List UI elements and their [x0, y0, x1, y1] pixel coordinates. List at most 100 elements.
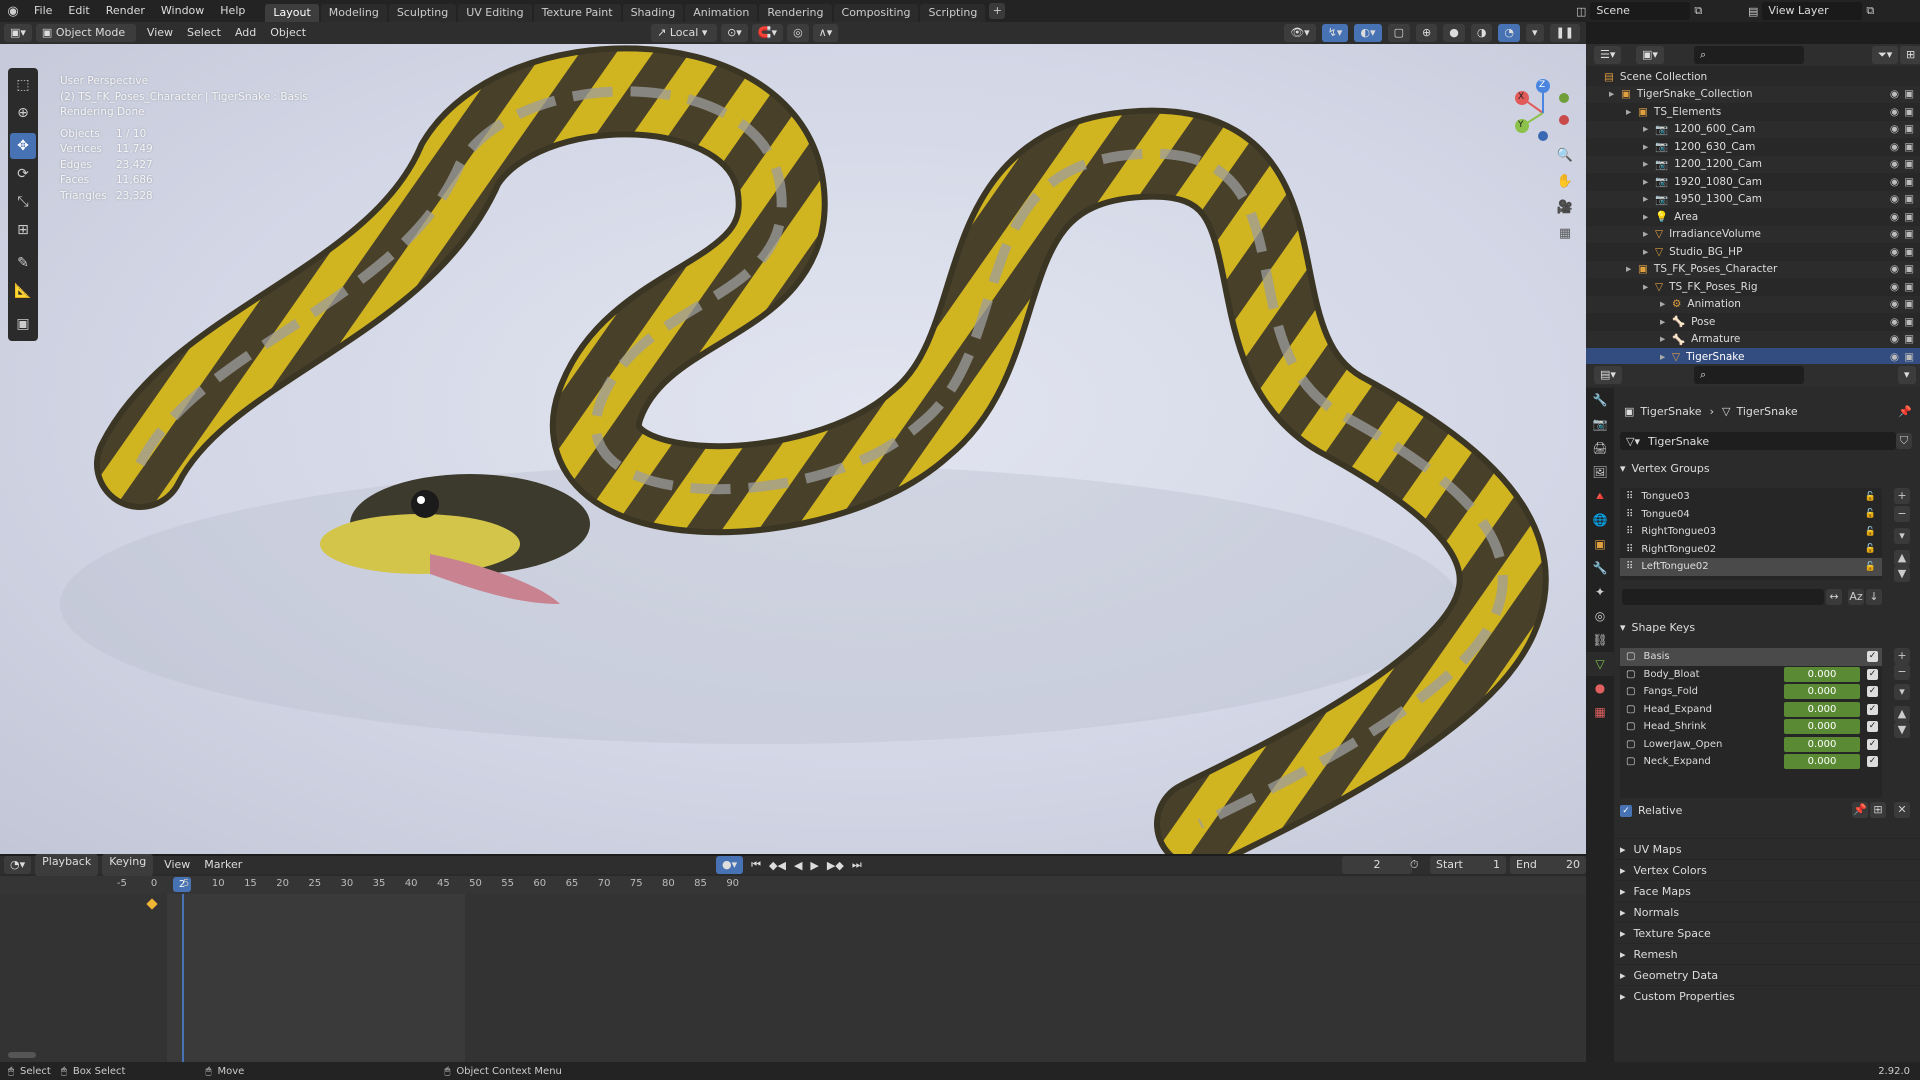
- outliner-row[interactable]: ▸ ▽ IrradianceVolume ◉ ▣: [1586, 225, 1920, 243]
- material-tab-icon[interactable]: ●: [1586, 676, 1614, 700]
- scene-selector[interactable]: ◫ Scene ⧉: [1576, 2, 1702, 20]
- vertex-groups-panel-header[interactable]: ▾ Vertex Groups: [1614, 458, 1920, 478]
- timeline-keyframe-area[interactable]: [0, 894, 1586, 1062]
- lock-icon[interactable]: 🔓: [1865, 509, 1876, 519]
- copy-view-layer-icon[interactable]: ⧉: [1866, 4, 1874, 18]
- editor-type-button[interactable]: ▣▾: [4, 24, 32, 42]
- camera-icon[interactable]: ▣: [1904, 333, 1914, 345]
- modifier-tab-icon[interactable]: 🔧: [1586, 556, 1614, 580]
- shape-key-mute-checkbox[interactable]: ✓: [1867, 686, 1878, 698]
- shape-key-pin-button[interactable]: 📌: [1852, 802, 1868, 818]
- camera-view-icon[interactable]: 🎥: [1555, 198, 1575, 218]
- gizmo-toggle-button[interactable]: ↯▾: [1321, 24, 1349, 42]
- menu-render[interactable]: Render: [98, 0, 153, 22]
- scale-tool-icon[interactable]: ⤡: [10, 189, 36, 215]
- sort-alpha-button[interactable]: Az: [1848, 589, 1864, 605]
- eye-icon[interactable]: ◉: [1890, 316, 1899, 328]
- invert-filter-button[interactable]: ↔: [1826, 589, 1842, 605]
- object-mode-dropdown[interactable]: ▣ Object Mode ▾: [35, 24, 136, 57]
- expand-arrow-icon[interactable]: ▸: [1643, 123, 1655, 135]
- camera-icon[interactable]: ▣: [1904, 263, 1914, 275]
- outliner-row[interactable]: ▸ ▣ TigerSnake_Collection ◉ ▣: [1586, 85, 1920, 103]
- shape-key-move-up-button[interactable]: ▲: [1894, 706, 1910, 722]
- add-shape-key-button[interactable]: +: [1894, 648, 1910, 664]
- stopwatch-icon[interactable]: ⏱: [1410, 858, 1419, 872]
- panel-face-maps[interactable]: ▸ Face Maps: [1614, 880, 1920, 901]
- vertex-group-item[interactable]: ⠿ Tongue04 🔓: [1620, 506, 1882, 524]
- expand-arrow-icon[interactable]: ▸: [1643, 158, 1655, 170]
- falloff-button[interactable]: ∧▾: [812, 24, 839, 42]
- tool-tab-icon[interactable]: 🔧: [1586, 388, 1614, 412]
- wireframe-shading-button[interactable]: ⊕: [1415, 24, 1438, 42]
- expand-arrow-icon[interactable]: ▸: [1660, 316, 1672, 328]
- outliner-row[interactable]: ▸ 📷 1950_1300_Cam ◉ ▣: [1586, 190, 1920, 208]
- vertex-group-item[interactable]: ⠿ LeftTongue02 🔓: [1620, 558, 1882, 576]
- eye-icon[interactable]: ◉: [1890, 176, 1899, 188]
- display-mode-button[interactable]: ▣▾: [1636, 46, 1664, 64]
- tab-modeling[interactable]: Modeling: [320, 4, 387, 22]
- relative-checkbox-row[interactable]: ✓ Relative: [1620, 804, 1682, 817]
- shape-key-value-slider[interactable]: 0.000: [1784, 719, 1860, 735]
- outliner-row[interactable]: ▸ 📷 1200_630_Cam ◉ ▣: [1586, 138, 1920, 156]
- panel-geometry-data[interactable]: ▸ Geometry Data: [1614, 964, 1920, 985]
- eye-icon[interactable]: ◉: [1890, 263, 1899, 275]
- lock-icon[interactable]: 🔓: [1865, 527, 1876, 537]
- vertex-group-filter-field[interactable]: [1622, 589, 1824, 605]
- tab-texture-paint[interactable]: Texture Paint: [533, 4, 621, 22]
- timeline-menu-marker[interactable]: Marker: [197, 854, 249, 876]
- jump-keyframe-forward-icon[interactable]: ▶◆: [827, 859, 844, 872]
- add-workspace-button[interactable]: +: [989, 3, 1006, 19]
- solid-shading-button[interactable]: ●: [1443, 24, 1465, 42]
- zoom-icon[interactable]: 🔍: [1555, 146, 1575, 166]
- clear-shape-keys-button[interactable]: ✕: [1894, 802, 1910, 818]
- shape-key-mute-checkbox[interactable]: ✓: [1867, 668, 1878, 680]
- expand-arrow-icon[interactable]: ▸: [1660, 351, 1672, 363]
- outliner-row[interactable]: ▸ ⚙ Animation ◉ ▣: [1586, 295, 1920, 313]
- outliner-row[interactable]: ▸ 📷 1200_600_Cam ◉ ▣: [1586, 120, 1920, 138]
- vertex-group-item[interactable]: ⠿ RightTongue03 🔓: [1620, 523, 1882, 541]
- outliner-row[interactable]: ▸ 💡 Area ◉ ▣: [1586, 208, 1920, 226]
- annotate-tool-icon[interactable]: ✎: [10, 250, 36, 276]
- panel-vertex-colors[interactable]: ▸ Vertex Colors: [1614, 859, 1920, 880]
- transform-tool-icon[interactable]: ⊞: [10, 217, 36, 243]
- shape-key-value-slider[interactable]: 0.000: [1784, 701, 1860, 717]
- shape-key-value-slider[interactable]: 0.000: [1784, 684, 1860, 700]
- shape-key-mute-checkbox[interactable]: ✓: [1867, 703, 1878, 715]
- play-reverse-icon[interactable]: ◀: [794, 859, 802, 872]
- viewport-menu-view[interactable]: View: [140, 22, 180, 44]
- outliner-row[interactable]: ▸ ▽ TigerSnake ◉ ▣: [1586, 348, 1920, 366]
- expand-arrow-icon[interactable]: ▸: [1643, 141, 1655, 153]
- fake-user-button[interactable]: ⛉: [1896, 433, 1912, 449]
- pan-hand-icon[interactable]: ✋: [1555, 172, 1575, 192]
- end-frame-field[interactable]: End 20: [1510, 856, 1586, 874]
- shape-key-item[interactable]: ▢ Basis ✓: [1620, 648, 1882, 666]
- menu-file[interactable]: File: [26, 0, 60, 22]
- tab-animation[interactable]: Animation: [685, 4, 758, 22]
- expand-arrow-icon[interactable]: ▸: [1660, 333, 1672, 345]
- camera-icon[interactable]: ▣: [1904, 246, 1914, 258]
- render-tab-icon[interactable]: 📷: [1586, 412, 1614, 436]
- shape-key-menu-button[interactable]: ▾: [1894, 684, 1910, 700]
- constraints-tab-icon[interactable]: ⛓: [1586, 628, 1614, 652]
- eye-icon[interactable]: ◉: [1890, 141, 1899, 153]
- rendered-shading-button[interactable]: ◔: [1498, 24, 1521, 42]
- shape-key-item[interactable]: ▢ Head_Shrink 0.000 ✓: [1620, 718, 1882, 736]
- sort-reverse-button[interactable]: ↓: [1866, 589, 1882, 605]
- cursor-tool-icon[interactable]: ⊕: [10, 100, 36, 126]
- output-tab-icon[interactable]: 🖨: [1586, 436, 1614, 460]
- current-frame-field[interactable]: 2: [1342, 856, 1412, 874]
- lock-icon[interactable]: 🔓: [1865, 562, 1876, 572]
- move-tool-icon[interactable]: ✥: [10, 133, 36, 159]
- camera-icon[interactable]: ▣: [1904, 88, 1914, 100]
- frame-ruler[interactable]: -5 0 2 5 10 15 20 25 30 35 40 45 50 55 60 65 70 75 80 85 90: [0, 876, 1586, 894]
- expand-arrow-icon[interactable]: ▸: [1626, 106, 1638, 118]
- eye-icon[interactable]: ◉: [1890, 246, 1899, 258]
- outliner-row[interactable]: ▤ Scene Collection: [1586, 68, 1920, 86]
- snap-button[interactable]: 🧲▾: [751, 24, 784, 42]
- eye-icon[interactable]: ◉: [1890, 351, 1899, 363]
- proportional-edit-button[interactable]: ◎: [787, 24, 809, 42]
- timeline-editor-type-button[interactable]: ◔▾: [4, 856, 32, 874]
- pin-icon[interactable]: 📌: [1898, 405, 1912, 418]
- jump-start-icon[interactable]: ⏮: [751, 858, 761, 872]
- properties-options-button[interactable]: ▾: [1898, 366, 1916, 384]
